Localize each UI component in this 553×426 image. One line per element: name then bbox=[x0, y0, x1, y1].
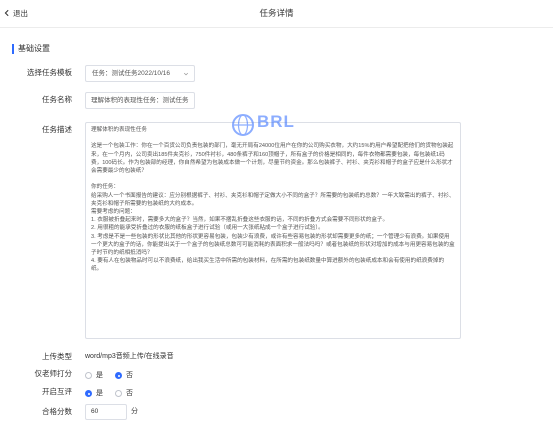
radio-circle-icon bbox=[85, 371, 92, 379]
radio-circle-icon bbox=[115, 389, 122, 397]
template-label: 选择任务模板 bbox=[27, 68, 72, 77]
teacher-only-label: 仅老师打分 bbox=[34, 369, 73, 378]
radio-label: 是 bbox=[96, 372, 103, 379]
description-label: 任务描述 bbox=[42, 125, 72, 134]
top-bar: 退出 任务详情 bbox=[0, 0, 553, 28]
peer-review-label: 开启互评 bbox=[42, 387, 72, 396]
radio-checked-icon bbox=[115, 371, 122, 379]
radio-label: 是 bbox=[96, 390, 103, 397]
page-title: 任务详情 bbox=[259, 8, 294, 18]
pass-score-input[interactable]: 60 bbox=[85, 404, 127, 420]
peer-review-no-radio[interactable]: 否 bbox=[115, 388, 133, 398]
radio-label: 否 bbox=[126, 372, 133, 379]
pass-score-unit: 分 bbox=[131, 408, 138, 415]
radio-checked-icon bbox=[85, 389, 92, 397]
brl-watermark-logo: BRL bbox=[231, 110, 311, 144]
globe-icon bbox=[232, 114, 254, 136]
watermark-text: BRL bbox=[257, 112, 295, 131]
peer-review-yes-radio[interactable]: 是 bbox=[85, 388, 103, 398]
section-title: 基础设置 bbox=[12, 44, 50, 54]
upload-type-value: word/mp3音频上传/在线录音 bbox=[85, 353, 174, 360]
teacher-only-no-radio[interactable]: 否 bbox=[115, 370, 133, 380]
template-value: 任务：测试任务2022/10/16 bbox=[92, 70, 171, 77]
teacher-only-yes-radio[interactable]: 是 bbox=[85, 370, 103, 380]
teacher-only-radio-group: 是 否 bbox=[85, 370, 145, 380]
peer-review-radio-group: 是 否 bbox=[85, 388, 145, 398]
task-name-label: 任务名称 bbox=[42, 95, 72, 104]
radio-label: 否 bbox=[126, 390, 133, 397]
template-select[interactable]: 任务：测试任务2022/10/16 bbox=[85, 65, 195, 82]
upload-type-label: 上传类型 bbox=[42, 352, 72, 361]
description-textarea[interactable]: 理解体积的表现性任务 这是一个包装工作：你在一个百货公司负责包装的部门，毫无开局… bbox=[85, 122, 461, 339]
chevron-down-icon bbox=[183, 72, 189, 76]
task-name-input[interactable]: 理解体积的表现性任务：测试任务 bbox=[85, 92, 195, 109]
pass-score-label: 合格分数 bbox=[42, 407, 72, 416]
